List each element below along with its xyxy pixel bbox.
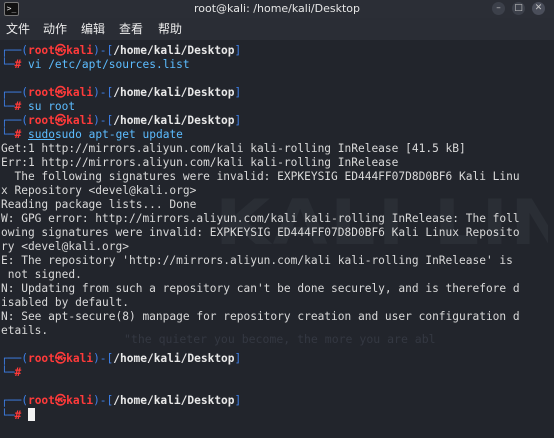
output-line: The following signatures were invalid: E… bbox=[1, 170, 520, 183]
prompt-line: ┌──(root㉿kali)-[/home/kali/Desktop] bbox=[1, 86, 242, 99]
maximize-button[interactable]: □ bbox=[512, 2, 525, 15]
output-line: etails. bbox=[1, 324, 49, 337]
output-line: N: See apt-secure(8) manpage for reposit… bbox=[1, 310, 520, 323]
output-line: x Repository <devel@kali.org> bbox=[1, 184, 197, 197]
prompt-line: ┌──(root㉿kali)-[/home/kali/Desktop] bbox=[1, 114, 242, 127]
menu-bar: 文件 动作 编辑 查看 帮助 bbox=[0, 18, 554, 40]
minimize-button[interactable]: – bbox=[492, 2, 505, 15]
output-line: E: The repository 'http://mirrors.aliyun… bbox=[1, 254, 513, 267]
terminal-output[interactable]: KALI LINUX "the quieter you become, the … bbox=[0, 40, 554, 438]
active-command-line[interactable]: └─# bbox=[1, 408, 35, 422]
window-title: root@kali: /home/kali/Desktop bbox=[194, 2, 360, 15]
output-line: owing signatures were invalid: EXPKEYSIG… bbox=[1, 226, 520, 239]
output-line: W: GPG error: http://mirrors.aliyun.com/… bbox=[1, 212, 520, 225]
menu-edit[interactable]: 编辑 bbox=[81, 22, 105, 36]
output-line: Err:1 http://mirrors.aliyun.com/kali kal… bbox=[1, 156, 399, 169]
prompt-line: ┌──(root㉿kali)-[/home/kali/Desktop] bbox=[1, 394, 242, 407]
output-line: N: Updating from such a repository can't… bbox=[1, 282, 520, 295]
command-line: └─# vi /etc/apt/sources.list bbox=[1, 58, 190, 71]
close-button[interactable]: ✕ bbox=[532, 2, 545, 15]
menu-file[interactable]: 文件 bbox=[6, 22, 30, 36]
output-line: isabled by default. bbox=[1, 296, 129, 309]
prompt-line: ┌──(root㉿kali)-[/home/kali/Desktop] bbox=[1, 352, 242, 365]
scrollbar[interactable] bbox=[548, 40, 554, 438]
prompt-line: ┌──(root㉿kali)-[/home/kali/Desktop] bbox=[1, 44, 242, 57]
terminal-window: >_ root@kali: /home/kali/Desktop – □ ✕ 文… bbox=[0, 0, 554, 438]
command-line: └─# sudosudo apt-get update bbox=[1, 128, 183, 141]
title-bar[interactable]: >_ root@kali: /home/kali/Desktop – □ ✕ bbox=[0, 0, 554, 18]
kali-quote-watermark: "the quieter you become, the more you ar… bbox=[124, 332, 436, 346]
output-line: Reading package lists... Done bbox=[1, 198, 197, 211]
output-line: not signed. bbox=[1, 268, 82, 281]
menu-help[interactable]: 帮助 bbox=[158, 22, 182, 36]
output-line: Get:1 http://mirrors.aliyun.com/kali kal… bbox=[1, 142, 466, 155]
text-cursor bbox=[27, 408, 35, 421]
menu-view[interactable]: 查看 bbox=[119, 22, 143, 36]
command-line: └─# su root bbox=[1, 100, 76, 113]
menu-action[interactable]: 动作 bbox=[43, 22, 67, 36]
command-line: └─# bbox=[1, 366, 22, 379]
output-line: ry <devel@kali.org> bbox=[1, 240, 129, 253]
